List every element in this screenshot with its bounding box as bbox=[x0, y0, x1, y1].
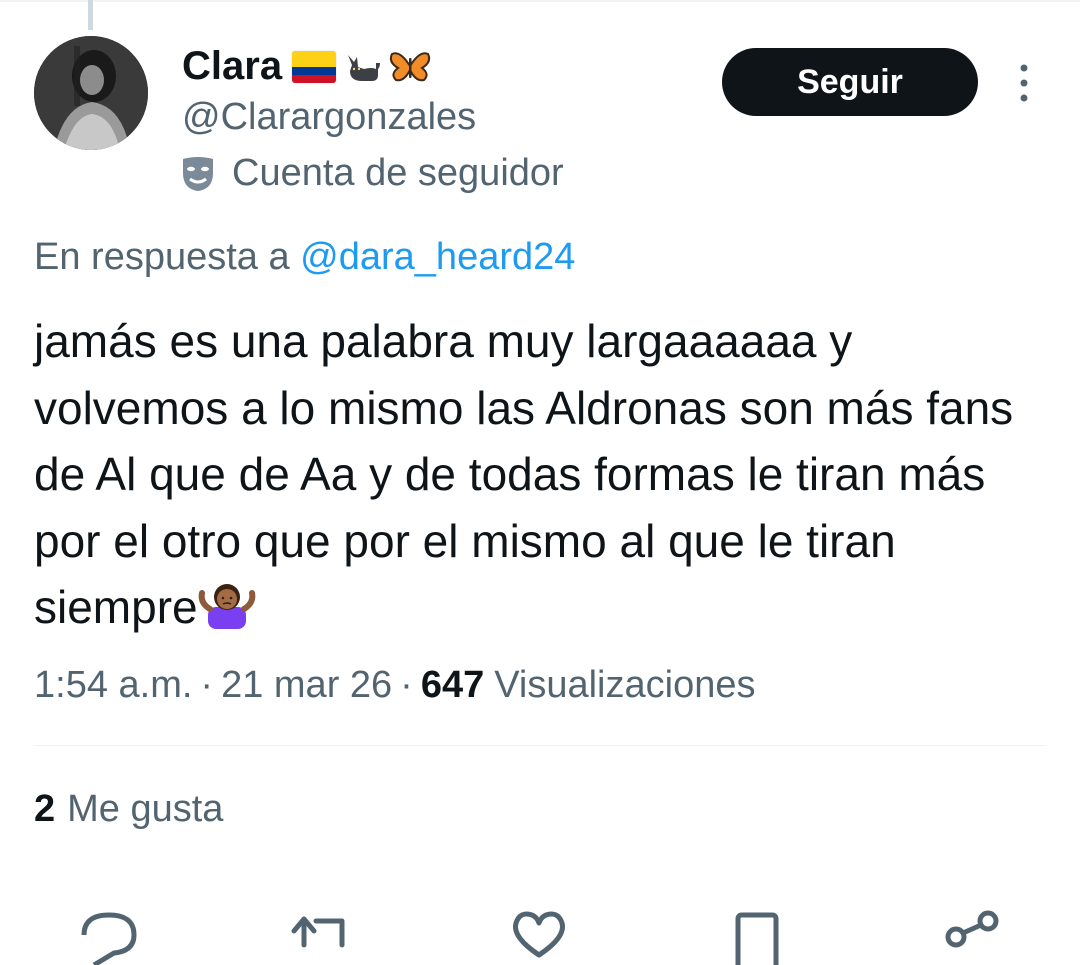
follow-button[interactable]: Seguir bbox=[722, 48, 978, 116]
likes-label: Me gusta bbox=[67, 788, 224, 830]
butterfly-icon bbox=[389, 51, 431, 81]
reply-prefix: En respuesta a bbox=[34, 236, 290, 278]
reply-button[interactable] bbox=[74, 905, 144, 965]
meta-separator: · bbox=[400, 664, 413, 706]
tweet-text: jamás es una palabra muy largaaaaaa y vo… bbox=[34, 308, 1054, 641]
views-count: 647 bbox=[420, 664, 485, 706]
tweet-time[interactable]: 1:54 a.m. bbox=[34, 664, 192, 707]
stats-divider bbox=[34, 745, 1046, 746]
likes-count: 2 bbox=[34, 788, 56, 830]
thread-connector-line bbox=[88, 0, 93, 30]
like-button[interactable] bbox=[504, 905, 574, 958]
author-handle[interactable]: @Clarargonzales bbox=[182, 96, 476, 139]
like-icon bbox=[513, 911, 565, 958]
meta-separator: · bbox=[200, 664, 214, 706]
theater-masks-icon bbox=[183, 156, 213, 191]
bookmark-icon bbox=[735, 912, 779, 965]
share-button[interactable] bbox=[940, 905, 1010, 948]
reply-icon bbox=[81, 912, 137, 965]
share-icon bbox=[945, 910, 999, 948]
tweet-meta: 1:54 a.m. · 21 mar 26 · 647 Visualizacio… bbox=[34, 664, 755, 707]
tweet-body: jamás es una palabra muy largaaaaaa y vo… bbox=[34, 315, 1014, 633]
tweet-date[interactable]: 21 mar 26 bbox=[221, 664, 392, 707]
top-divider bbox=[0, 0, 1080, 2]
person-shrugging-icon bbox=[198, 584, 255, 629]
account-type-label: Cuenta de seguidor bbox=[232, 152, 564, 194]
avatar-photo bbox=[34, 36, 148, 150]
reply-mention-link[interactable]: @dara_heard24 bbox=[300, 236, 575, 278]
author-name[interactable]: Clara bbox=[182, 44, 282, 89]
retweet-button[interactable] bbox=[286, 905, 356, 948]
black-cat-icon bbox=[348, 54, 381, 81]
account-type-row: Cuenta de seguidor bbox=[180, 152, 564, 195]
bookmark-button[interactable] bbox=[722, 905, 792, 965]
name-emojis bbox=[292, 48, 432, 86]
author-name-row: Clara bbox=[182, 44, 432, 89]
retweet-icon bbox=[291, 916, 345, 948]
avatar[interactable] bbox=[34, 36, 148, 150]
action-bar bbox=[0, 905, 1080, 965]
likes-stat[interactable]: 2 Me gusta bbox=[34, 788, 223, 831]
colombia-flag-icon bbox=[292, 50, 337, 83]
views-label: Visualizaciones bbox=[494, 664, 756, 706]
more-options-icon[interactable] bbox=[1010, 62, 1038, 104]
reply-context: En respuesta a @dara_heard24 bbox=[34, 236, 575, 279]
